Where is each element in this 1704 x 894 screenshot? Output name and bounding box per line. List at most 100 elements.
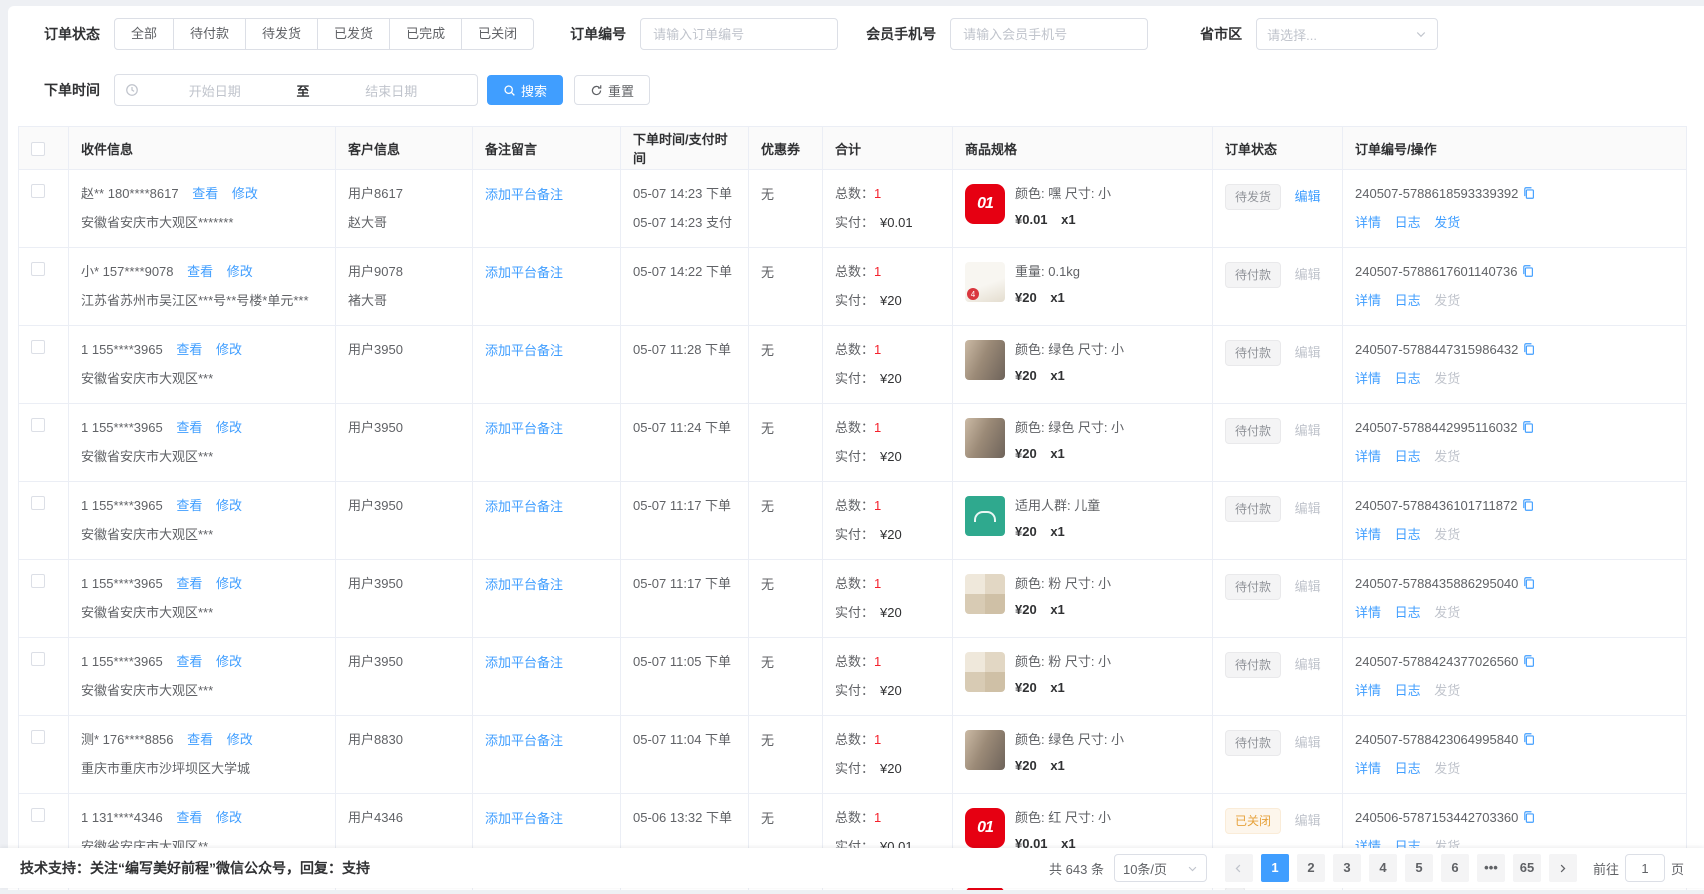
modify-address-link[interactable]: 修改: [216, 342, 242, 357]
status-filter-completed[interactable]: 已完成: [389, 18, 462, 50]
detail-link[interactable]: 详情: [1355, 293, 1381, 308]
log-link[interactable]: 日志: [1395, 605, 1421, 620]
view-address-link[interactable]: 查看: [176, 810, 202, 825]
edit-link[interactable]: 编辑: [1295, 735, 1321, 750]
edit-link[interactable]: 编辑: [1295, 189, 1321, 204]
edit-link[interactable]: 编辑: [1295, 501, 1321, 516]
search-button[interactable]: 搜索: [487, 75, 563, 105]
ship-link[interactable]: 发货: [1434, 371, 1460, 386]
view-address-link[interactable]: 查看: [176, 576, 202, 591]
edit-link[interactable]: 编辑: [1295, 267, 1321, 282]
copy-icon[interactable]: [1522, 732, 1536, 746]
page-button-last[interactable]: 65: [1513, 854, 1541, 882]
copy-icon[interactable]: [1522, 186, 1536, 200]
detail-link[interactable]: 详情: [1355, 527, 1381, 542]
end-date-placeholder[interactable]: 结束日期: [316, 81, 468, 100]
add-platform-note-link[interactable]: 添加平台备注: [485, 187, 563, 202]
view-address-link[interactable]: 查看: [176, 654, 202, 669]
add-platform-note-link[interactable]: 添加平台备注: [485, 265, 563, 280]
detail-link[interactable]: 详情: [1355, 605, 1381, 620]
next-page-button[interactable]: [1549, 854, 1577, 882]
ship-link[interactable]: 发货: [1434, 215, 1460, 230]
copy-icon[interactable]: [1522, 810, 1536, 824]
status-filter-pending-pay[interactable]: 待付款: [173, 18, 246, 50]
row-checkbox[interactable]: [31, 496, 45, 510]
view-address-link[interactable]: 查看: [176, 498, 202, 513]
add-platform-note-link[interactable]: 添加平台备注: [485, 655, 563, 670]
modify-address-link[interactable]: 修改: [216, 654, 242, 669]
page-size-select[interactable]: 10条/页: [1114, 854, 1207, 882]
add-platform-note-link[interactable]: 添加平台备注: [485, 343, 563, 358]
copy-icon[interactable]: [1522, 576, 1536, 590]
status-filter-pending-ship[interactable]: 待发货: [245, 18, 318, 50]
detail-link[interactable]: 详情: [1355, 683, 1381, 698]
reset-button[interactable]: 重置: [574, 75, 650, 105]
select-all-checkbox[interactable]: [31, 142, 45, 156]
log-link[interactable]: 日志: [1395, 371, 1421, 386]
edit-link[interactable]: 编辑: [1295, 579, 1321, 594]
row-checkbox[interactable]: [31, 418, 45, 432]
region-select[interactable]: 请选择...: [1256, 18, 1438, 50]
ship-link[interactable]: 发货: [1434, 449, 1460, 464]
add-platform-note-link[interactable]: 添加平台备注: [485, 577, 563, 592]
edit-link[interactable]: 编辑: [1295, 657, 1321, 672]
edit-link[interactable]: 编辑: [1295, 345, 1321, 360]
page-button-5[interactable]: 5: [1405, 854, 1433, 882]
page-button-3[interactable]: 3: [1333, 854, 1361, 882]
edit-link[interactable]: 编辑: [1295, 423, 1321, 438]
log-link[interactable]: 日志: [1395, 449, 1421, 464]
date-range-picker[interactable]: 开始日期 至 结束日期: [114, 74, 478, 106]
add-platform-note-link[interactable]: 添加平台备注: [485, 733, 563, 748]
modify-address-link[interactable]: 修改: [216, 498, 242, 513]
row-checkbox[interactable]: [31, 652, 45, 666]
ship-link[interactable]: 发货: [1434, 683, 1460, 698]
status-filter-all[interactable]: 全部: [114, 18, 174, 50]
row-checkbox[interactable]: [31, 184, 45, 198]
log-link[interactable]: 日志: [1395, 293, 1421, 308]
goto-page-input[interactable]: [1625, 854, 1665, 882]
ship-link[interactable]: 发货: [1434, 527, 1460, 542]
view-address-link[interactable]: 查看: [187, 264, 213, 279]
add-platform-note-link[interactable]: 添加平台备注: [485, 499, 563, 514]
log-link[interactable]: 日志: [1395, 683, 1421, 698]
detail-link[interactable]: 详情: [1355, 761, 1381, 776]
status-filter-shipped[interactable]: 已发货: [317, 18, 390, 50]
edit-link[interactable]: 编辑: [1295, 813, 1321, 828]
copy-icon[interactable]: [1521, 420, 1535, 434]
row-checkbox[interactable]: [31, 574, 45, 588]
add-platform-note-link[interactable]: 添加平台备注: [485, 811, 563, 826]
copy-icon[interactable]: [1521, 498, 1535, 512]
view-address-link[interactable]: 查看: [187, 732, 213, 747]
log-link[interactable]: 日志: [1395, 527, 1421, 542]
phone-input[interactable]: [950, 18, 1148, 50]
page-button-2[interactable]: 2: [1297, 854, 1325, 882]
modify-address-link[interactable]: 修改: [216, 810, 242, 825]
modify-address-link[interactable]: 修改: [232, 186, 258, 201]
row-checkbox[interactable]: [31, 340, 45, 354]
page-button-4[interactable]: 4: [1369, 854, 1397, 882]
view-address-link[interactable]: 查看: [192, 186, 218, 201]
row-checkbox[interactable]: [31, 730, 45, 744]
ship-link[interactable]: 发货: [1434, 605, 1460, 620]
copy-icon[interactable]: [1522, 342, 1536, 356]
view-address-link[interactable]: 查看: [176, 342, 202, 357]
modify-address-link[interactable]: 修改: [216, 576, 242, 591]
page-button-1[interactable]: 1: [1261, 854, 1289, 882]
modify-address-link[interactable]: 修改: [216, 420, 242, 435]
status-filter-closed[interactable]: 已关闭: [461, 18, 534, 50]
row-checkbox[interactable]: [31, 262, 45, 276]
add-platform-note-link[interactable]: 添加平台备注: [485, 421, 563, 436]
log-link[interactable]: 日志: [1395, 761, 1421, 776]
log-link[interactable]: 日志: [1395, 215, 1421, 230]
ship-link[interactable]: 发货: [1434, 761, 1460, 776]
prev-page-button[interactable]: [1225, 854, 1253, 882]
copy-icon[interactable]: [1521, 264, 1535, 278]
detail-link[interactable]: 详情: [1355, 371, 1381, 386]
modify-address-link[interactable]: 修改: [227, 264, 253, 279]
detail-link[interactable]: 详情: [1355, 449, 1381, 464]
view-address-link[interactable]: 查看: [176, 420, 202, 435]
more-pages-button[interactable]: •••: [1477, 854, 1505, 882]
ship-link[interactable]: 发货: [1434, 293, 1460, 308]
copy-icon[interactable]: [1522, 654, 1536, 668]
order-no-input[interactable]: [640, 18, 838, 50]
